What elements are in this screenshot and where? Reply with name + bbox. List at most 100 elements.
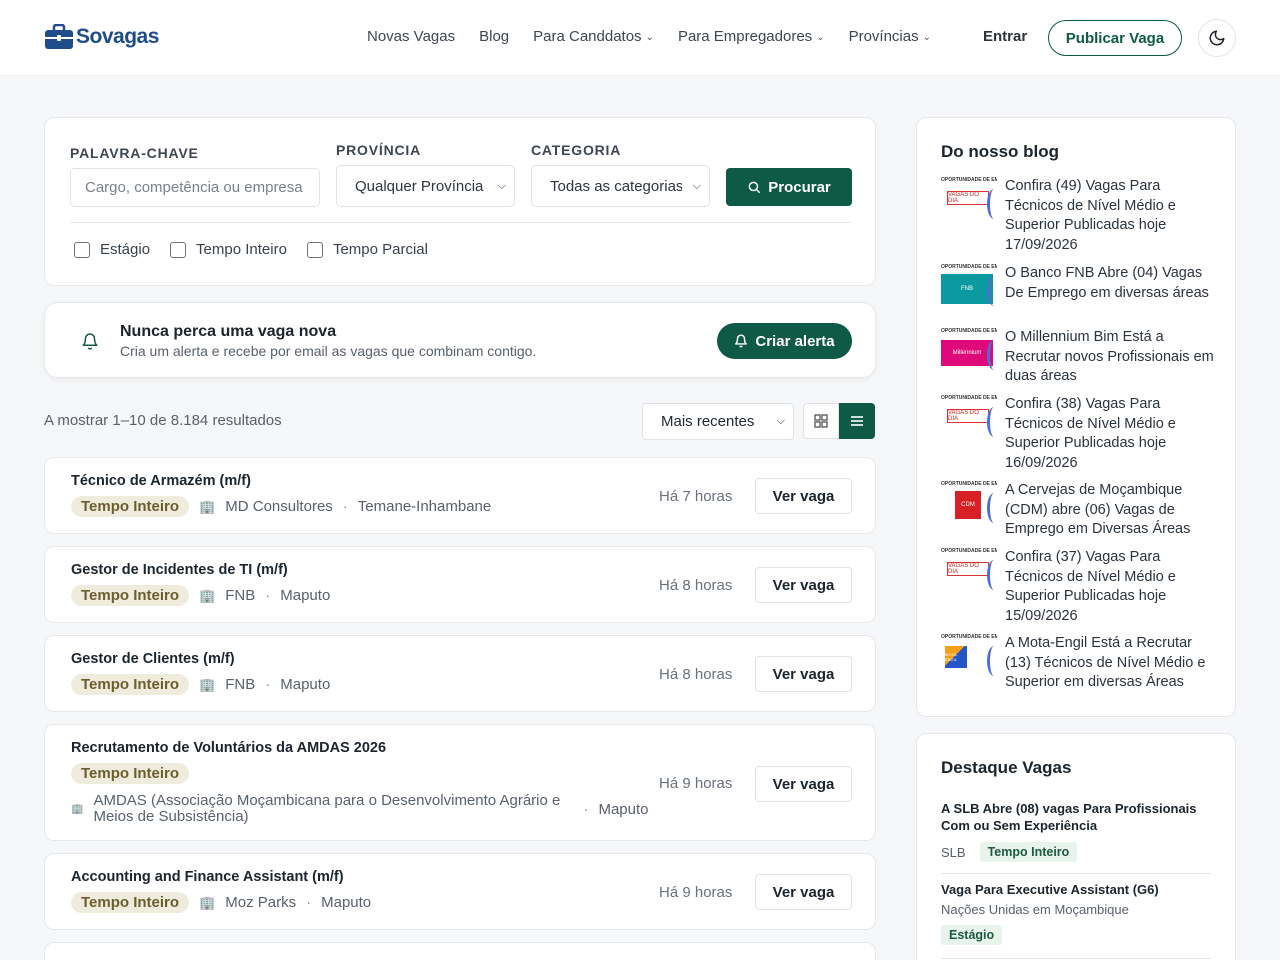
building-icon: 🏢 xyxy=(199,498,216,514)
blog-item-title[interactable]: Confira (37) Vagas Para Técnicos de Níve… xyxy=(1005,548,1221,626)
blog-thumbnail[interactable]: OPORTUNIDADE DE EMPREGO VAGAS DO DIA xyxy=(941,177,997,225)
checkbox[interactable] xyxy=(170,241,187,258)
blog-thumbnail[interactable]: OPORTUNIDADE DE EMPREGO VAGAS DO DIA xyxy=(941,548,997,596)
featured-job[interactable]: Vaga Para Executive Assistant (G6) Naçõe… xyxy=(941,881,1211,945)
sort-select[interactable]: Mais recentes ⌵ xyxy=(642,403,794,440)
building-icon: 🏢 xyxy=(199,894,216,910)
theme-toggle-button[interactable] xyxy=(1198,19,1236,57)
grid-view-button[interactable] xyxy=(803,403,839,439)
province-select[interactable]: Qualquer Província ⌵ xyxy=(336,165,515,207)
job-card[interactable]: Técnico de Armazém (m/f) Tempo Inteiro 🏢… xyxy=(44,457,876,534)
job-type-badge: Tempo Inteiro xyxy=(71,585,190,606)
province-select-value: Qualquer Província xyxy=(355,177,484,195)
nav-provincias[interactable]: Províncias ⌄ xyxy=(849,28,931,45)
keyword-label: PALAVRA-CHAVE xyxy=(70,145,199,161)
job-card[interactable] xyxy=(44,942,876,960)
blog-thumbnail[interactable]: OPORTUNIDADE DE EMPREGO CDM xyxy=(941,481,997,529)
main-nav: Novas Vagas Blog Para Canddatos ⌄ Para Em… xyxy=(367,28,955,45)
blog-thumbnail[interactable]: OPORTUNIDADE DE EMPREGO MOTA-ENGIL xyxy=(941,634,997,682)
category-select[interactable]: Todas as categorias ⌵ xyxy=(531,165,710,207)
job-posted-time: Há 9 horas xyxy=(659,775,733,792)
nav-label: Para Canddatos xyxy=(533,28,642,45)
nav-para-candidatos[interactable]: Para Canddatos ⌄ xyxy=(533,28,654,45)
thumb-header: OPORTUNIDADE DE EMPREGO xyxy=(941,634,997,640)
job-title[interactable]: Técnico de Armazém (m/f) xyxy=(71,473,251,489)
filter-estagio[interactable]: Estágio xyxy=(74,241,150,258)
featured-job-meta: SLB Tempo Inteiro xyxy=(941,842,1211,862)
view-job-button[interactable]: Ver vaga xyxy=(755,478,852,514)
view-job-button[interactable]: Ver vaga xyxy=(755,766,852,802)
chevron-down-icon: ⌄ xyxy=(922,32,931,43)
decorative-curve xyxy=(987,560,997,590)
filter-tempo-inteiro[interactable]: Tempo Inteiro xyxy=(170,241,287,258)
alert-subtitle: Cria um alerta e recebe por email as vag… xyxy=(120,343,537,359)
job-card[interactable]: Recrutamento de Voluntários da AMDAS 202… xyxy=(44,724,876,841)
category-label: CATEGORIA xyxy=(531,142,622,158)
featured-job[interactable]: A SLB Abre (08) vagas Para Profissionais… xyxy=(941,800,1211,862)
thumb-label: Millennium xyxy=(941,340,993,366)
blog-item[interactable]: OPORTUNIDADE DE EMPREGO VAGAS DO DIA Con… xyxy=(941,177,1221,255)
checkbox-label: Tempo Inteiro xyxy=(196,241,287,258)
checkbox[interactable] xyxy=(74,241,90,258)
blog-item[interactable]: OPORTUNIDADE DE EMPREGO Millennium O Mil… xyxy=(941,328,1221,387)
checkbox-label: Estágio xyxy=(100,241,151,258)
view-job-button[interactable]: Ver vaga xyxy=(755,567,852,603)
blog-item-title[interactable]: A Cervejas de Moçambique (CDM) abre (06)… xyxy=(1005,481,1221,540)
thumb-label: MOTA-ENGIL xyxy=(945,646,967,668)
nav-novas-vagas[interactable]: Novas Vagas xyxy=(367,28,455,45)
blog-item[interactable]: OPORTUNIDADE DE EMPREGO CDM A Cervejas d… xyxy=(941,481,1221,540)
list-view-button[interactable] xyxy=(839,403,875,439)
chevron-down-icon: ⌵ xyxy=(776,415,785,427)
job-type-badge: Tempo Inteiro xyxy=(979,842,1078,862)
blog-item-title[interactable]: A Mota-Engil Está a Recrutar (13) Técnic… xyxy=(1005,634,1221,693)
results-count: A mostrar 1–10 de 8.184 resultados xyxy=(44,412,282,429)
job-title[interactable]: Recrutamento de Voluntários da AMDAS 202… xyxy=(71,740,386,756)
checkbox[interactable] xyxy=(306,241,323,258)
separator-dot: · xyxy=(306,894,312,911)
blog-thumbnail[interactable]: OPORTUNIDADE DE EMPREGO Millennium xyxy=(941,328,997,376)
blog-item-title[interactable]: Confira (38) Vagas Para Técnicos de Níve… xyxy=(1005,395,1221,473)
nav-label: Blog xyxy=(479,28,510,45)
create-alert-button[interactable]: Criar alerta xyxy=(717,323,852,359)
search-panel: PALAVRA-CHAVE Cargo, competência ou empr… xyxy=(44,117,876,286)
blog-thumbnail[interactable]: OPORTUNIDADE DE EMPREGO FNB xyxy=(941,264,997,312)
blog-item[interactable]: OPORTUNIDADE DE EMPREGO VAGAS DO DIA Con… xyxy=(941,395,1221,473)
decorative-curve xyxy=(987,276,997,306)
job-posted-time: Há 8 horas xyxy=(659,666,733,683)
blog-item-title[interactable]: O Millennium Bim Está a Recrutar novos P… xyxy=(1005,328,1221,387)
blog-item[interactable]: OPORTUNIDADE DE EMPREGO MOTA-ENGIL A Mot… xyxy=(941,634,1221,693)
blog-item-title[interactable]: O Banco FNB Abre (04) Vagas De Emprego e… xyxy=(1005,264,1221,312)
checkbox-label: Tempo Parcial xyxy=(332,241,428,258)
view-job-button[interactable]: Ver vaga xyxy=(755,874,852,910)
logo[interactable]: Sovagas xyxy=(44,24,159,50)
list-icon xyxy=(851,416,863,426)
keyword-input[interactable]: Cargo, competência ou empresa xyxy=(70,168,320,207)
job-card[interactable]: Gestor de Incidentes de TI (m/f) Tempo I… xyxy=(44,546,876,623)
job-location: Maputo xyxy=(280,587,331,604)
blog-item[interactable]: OPORTUNIDADE DE EMPREGO FNB O Banco FNB … xyxy=(941,264,1221,312)
search-button[interactable]: Procurar xyxy=(726,168,852,206)
filter-tempo-parcial[interactable]: Tempo Parcial xyxy=(306,241,428,258)
job-title[interactable]: Accounting and Finance Assistant (m/f) xyxy=(71,869,344,885)
blog-thumbnail[interactable]: OPORTUNIDADE DE EMPREGO VAGAS DO DIA xyxy=(941,395,997,443)
featured-job-company: SLB xyxy=(941,844,966,860)
blog-item-title[interactable]: Confira (49) Vagas Para Técnicos de Níve… xyxy=(1005,177,1221,255)
featured-job-title[interactable]: A SLB Abre (08) vagas Para Profissionais… xyxy=(941,800,1211,834)
logo-text: Sovagas xyxy=(76,25,159,48)
job-type-badge: Tempo Inteiro xyxy=(71,496,190,517)
job-card[interactable]: Accounting and Finance Assistant (m/f) T… xyxy=(44,853,876,930)
job-title[interactable]: Gestor de Clientes (m/f) xyxy=(71,651,235,667)
login-link[interactable]: Entrar xyxy=(983,28,1027,45)
job-card[interactable]: Gestor de Clientes (m/f) Tempo Inteiro 🏢… xyxy=(44,635,876,712)
nav-label: Para Empregadores xyxy=(677,28,813,45)
nav-blog[interactable]: Blog xyxy=(479,28,509,45)
blog-panel: Do nosso blog OPORTUNIDADE DE EMPREGO VA… xyxy=(916,117,1236,717)
job-title[interactable]: Gestor de Incidentes de TI (m/f) xyxy=(71,562,288,578)
view-job-button[interactable]: Ver vaga xyxy=(755,656,852,692)
blog-item[interactable]: OPORTUNIDADE DE EMPREGO VAGAS DO DIA Con… xyxy=(941,548,1221,626)
job-company: MD Consultores xyxy=(225,498,333,515)
job-type-badge: Tempo Inteiro xyxy=(71,763,190,784)
featured-job-title[interactable]: Vaga Para Executive Assistant (G6) xyxy=(941,881,1211,898)
nav-para-empregadores[interactable]: Para Empregadores ⌄ xyxy=(678,28,825,45)
publish-job-button[interactable]: Publicar Vaga xyxy=(1048,20,1182,56)
